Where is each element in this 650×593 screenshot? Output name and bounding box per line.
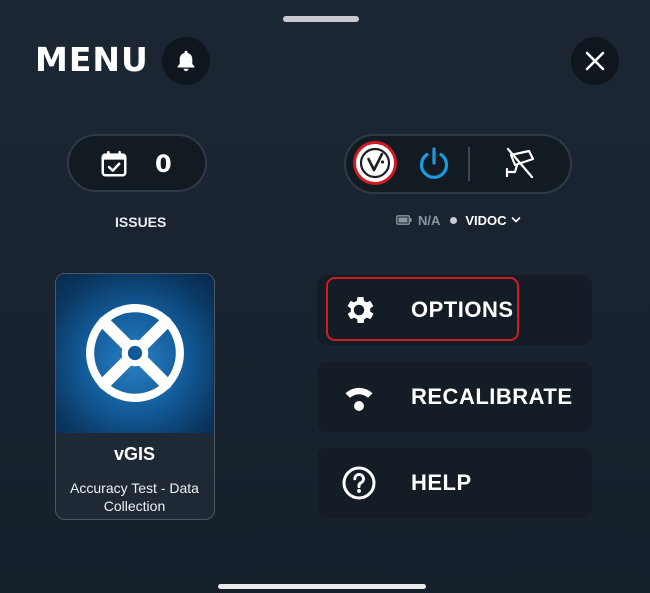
project-title: vGIS [113,444,156,464]
project-thumbnail [56,274,213,433]
project-card[interactable]: vGIS Accuracy Test - Data Collection [55,273,215,520]
help-circle-icon [342,466,376,500]
menu-item-recalibrate[interactable]: RECALIBRATE [317,362,592,432]
issues-button[interactable] [67,134,207,192]
power-button[interactable] [416,146,452,182]
menu-item-label: HELP [411,470,472,495]
chevron-down-icon[interactable] [511,216,521,224]
issues-label: ISSUES [115,214,167,230]
project-subtitle: Accuracy Test - Data Collection [70,480,199,514]
sheet-grabber[interactable] [283,16,359,22]
status-dot [450,216,458,224]
bell-icon [177,50,195,72]
selection-highlight [326,277,519,341]
menu-item-label: RECALIBRATE [411,384,573,409]
home-indicator[interactable] [218,584,426,589]
close-button[interactable] [571,37,619,85]
device-status: N/A VIDOC [396,211,521,229]
calendar-check-icon [101,150,127,177]
menu-item-help[interactable]: HELP [317,448,592,518]
vidoc-logo-icon [353,141,397,185]
wifi-signal-icon [345,387,373,411]
notifications-button[interactable] [162,37,210,85]
device-name[interactable]: VIDOC [465,213,506,228]
vgis-logo-icon [86,304,184,402]
pill-divider [468,147,470,181]
vidoc-logo-button[interactable] [353,141,397,185]
power-icon [419,147,449,179]
page-title: MENU [35,40,149,79]
camera-toggle-button[interactable] [503,145,539,181]
battery-status-text: N/A [418,212,441,228]
issues-count: 0 [155,150,172,178]
camera-off-icon [505,147,535,179]
battery-icon [396,215,412,225]
close-icon [585,51,605,71]
